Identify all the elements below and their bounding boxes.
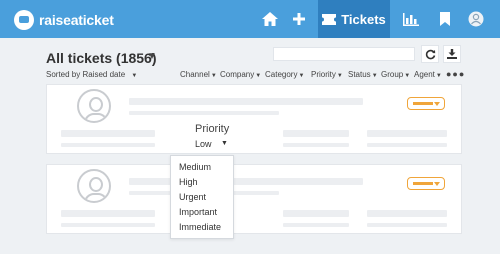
filter-group-label: Group: [381, 70, 404, 79]
placeholder-line: [283, 223, 349, 227]
filter-priority[interactable]: Priority▼: [311, 70, 343, 79]
placeholder-line: [61, 210, 155, 217]
page-title: All tickets (1856): [46, 50, 157, 66]
placeholder-line: [367, 143, 447, 147]
sort-chevron-down-icon: ▼: [131, 73, 138, 79]
bookmark-icon: [440, 12, 450, 26]
placeholder-line: [61, 130, 155, 137]
priority-label: Priority: [195, 123, 230, 135]
download-icon: [447, 49, 457, 59]
ticket-card[interactable]: [46, 164, 462, 234]
filter-priority-label: Priority: [311, 70, 336, 79]
plus-icon: [293, 13, 305, 25]
chevron-down-icon: ▼: [371, 73, 378, 79]
chevron-down-icon: ▼: [298, 73, 305, 79]
search-input[interactable]: [273, 47, 415, 61]
placeholder-line: [367, 223, 447, 227]
top-navbar: raiseaticket Tickets: [0, 0, 500, 38]
home-icon: [262, 12, 278, 26]
tickets-nav-label: Tickets: [341, 11, 386, 27]
refresh-icon: [425, 49, 435, 59]
chevron-down-icon: ▼: [210, 73, 217, 79]
status-badge-dropdown[interactable]: [407, 97, 445, 110]
priority-select[interactable]: Low: [195, 139, 212, 149]
bookmarks-button[interactable]: [436, 0, 454, 38]
filter-agent[interactable]: Agent▼: [414, 70, 442, 79]
filter-status[interactable]: Status▼: [348, 70, 378, 79]
title-dropdown-chevron-icon[interactable]: ▼: [147, 51, 157, 62]
placeholder-line: [61, 223, 155, 227]
placeholder-line: [129, 98, 363, 105]
logo-mark-icon: [14, 10, 34, 30]
tickets-nav-item[interactable]: Tickets: [318, 0, 390, 38]
filter-company-label: Company: [220, 70, 255, 79]
chevron-down-icon: ▼: [404, 73, 411, 79]
priority-option-urgent[interactable]: Urgent: [179, 192, 206, 202]
home-button[interactable]: [258, 0, 282, 38]
filter-status-label: Status: [348, 70, 371, 79]
priority-option-medium[interactable]: Medium: [179, 162, 211, 172]
tickets-icon: [322, 13, 337, 25]
priority-dropdown-menu: Medium High Urgent Important Immediate: [170, 155, 234, 239]
chevron-down-icon: ▼: [336, 73, 343, 79]
placeholder-line: [283, 210, 349, 217]
placeholder-line: [367, 210, 447, 217]
placeholder-line: [129, 178, 363, 185]
new-ticket-button[interactable]: [290, 0, 308, 38]
ticket-card[interactable]: [46, 84, 462, 154]
user-avatar-icon: [468, 11, 484, 27]
chart-icon: [403, 12, 419, 26]
avatar-placeholder-icon: [77, 169, 111, 203]
placeholder-line: [129, 111, 279, 115]
sort-selector[interactable]: Sorted by Raised date ▼: [46, 70, 137, 79]
filter-category-label: Category: [265, 70, 298, 79]
filter-company[interactable]: Company▼: [220, 70, 261, 79]
placeholder-line: [61, 143, 155, 147]
status-badge-dropdown[interactable]: [407, 177, 445, 190]
priority-option-high[interactable]: High: [179, 177, 198, 187]
filter-category[interactable]: Category▼: [265, 70, 304, 79]
sort-label: Sorted by Raised date: [46, 70, 126, 79]
priority-option-immediate[interactable]: Immediate: [179, 222, 221, 232]
more-icon[interactable]: ●●●: [446, 69, 465, 79]
refresh-button[interactable]: [421, 45, 439, 63]
placeholder-line: [367, 130, 447, 137]
filter-channel[interactable]: Channel▼: [180, 70, 217, 79]
placeholder-line: [283, 130, 349, 137]
chevron-down-icon: ▼: [255, 73, 262, 79]
avatar-placeholder-icon: [77, 89, 111, 123]
filter-channel-label: Channel: [180, 70, 210, 79]
priority-chevron-down-icon[interactable]: ▼: [221, 140, 228, 147]
filter-agent-label: Agent: [414, 70, 435, 79]
chevron-down-icon: ▼: [435, 73, 442, 79]
app-logo[interactable]: raiseaticket: [14, 10, 114, 30]
filter-group[interactable]: Group▼: [381, 70, 410, 79]
download-button[interactable]: [443, 45, 461, 63]
reports-button[interactable]: [400, 0, 422, 38]
placeholder-line: [283, 143, 349, 147]
logo-text: raiseaticket: [39, 12, 114, 28]
user-menu-button[interactable]: [466, 0, 486, 38]
priority-option-important[interactable]: Important: [179, 207, 217, 217]
